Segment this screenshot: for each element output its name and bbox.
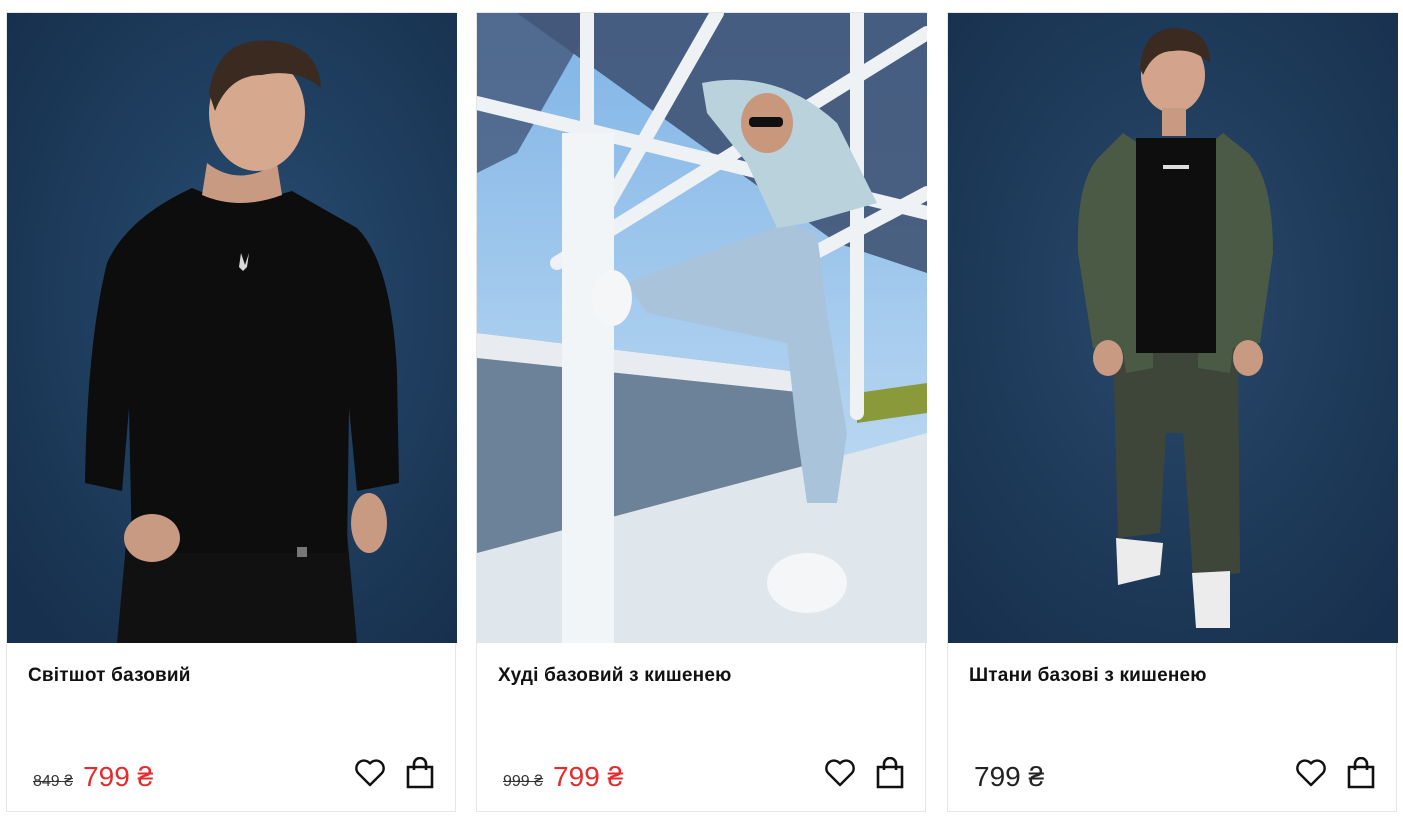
- add-to-favorites-button[interactable]: [823, 756, 857, 790]
- heart-icon: [355, 759, 385, 787]
- regular-price: 799 ₴: [974, 761, 1045, 792]
- product-title[interactable]: Худі базовий з кишенею: [498, 665, 732, 687]
- product-grid: Світшот базовий 849 ₴ 799 ₴ Худі базовий…: [6, 12, 1398, 812]
- product-title[interactable]: Світшот базовий: [28, 665, 191, 687]
- price-block: 849 ₴ 799 ₴: [33, 761, 153, 793]
- card-actions: [1294, 756, 1378, 790]
- product-photo[interactable]: [948, 13, 1398, 643]
- product-image[interactable]: [7, 13, 457, 643]
- shopping-bag-icon: [1347, 757, 1375, 789]
- sale-price: 799 ₴: [553, 761, 624, 792]
- old-price: 999 ₴: [503, 773, 544, 790]
- heart-icon: [1296, 759, 1326, 787]
- product-photo[interactable]: [477, 13, 927, 643]
- add-to-favorites-button[interactable]: [1294, 756, 1328, 790]
- sale-price: 799 ₴: [83, 761, 154, 792]
- heart-icon: [825, 759, 855, 787]
- product-card[interactable]: Світшот базовий 849 ₴ 799 ₴: [6, 12, 457, 812]
- add-to-cart-button[interactable]: [403, 756, 437, 790]
- product-photo[interactable]: [7, 13, 457, 643]
- product-title[interactable]: Штани базові з кишенею: [969, 665, 1207, 687]
- product-image[interactable]: [948, 13, 1398, 643]
- product-card[interactable]: Штани базові з кишенею 799 ₴: [947, 12, 1398, 812]
- card-actions: [353, 756, 437, 790]
- add-to-cart-button[interactable]: [873, 756, 907, 790]
- price-block: 799 ₴: [974, 761, 1044, 793]
- shopping-bag-icon: [876, 757, 904, 789]
- add-to-cart-button[interactable]: [1344, 756, 1378, 790]
- card-actions: [823, 756, 907, 790]
- product-image[interactable]: [477, 13, 927, 643]
- add-to-favorites-button[interactable]: [353, 756, 387, 790]
- price-block: 999 ₴ 799 ₴: [503, 761, 623, 793]
- product-card[interactable]: Худі базовий з кишенею 999 ₴ 799 ₴: [476, 12, 927, 812]
- shopping-bag-icon: [406, 757, 434, 789]
- old-price: 849 ₴: [33, 773, 74, 790]
